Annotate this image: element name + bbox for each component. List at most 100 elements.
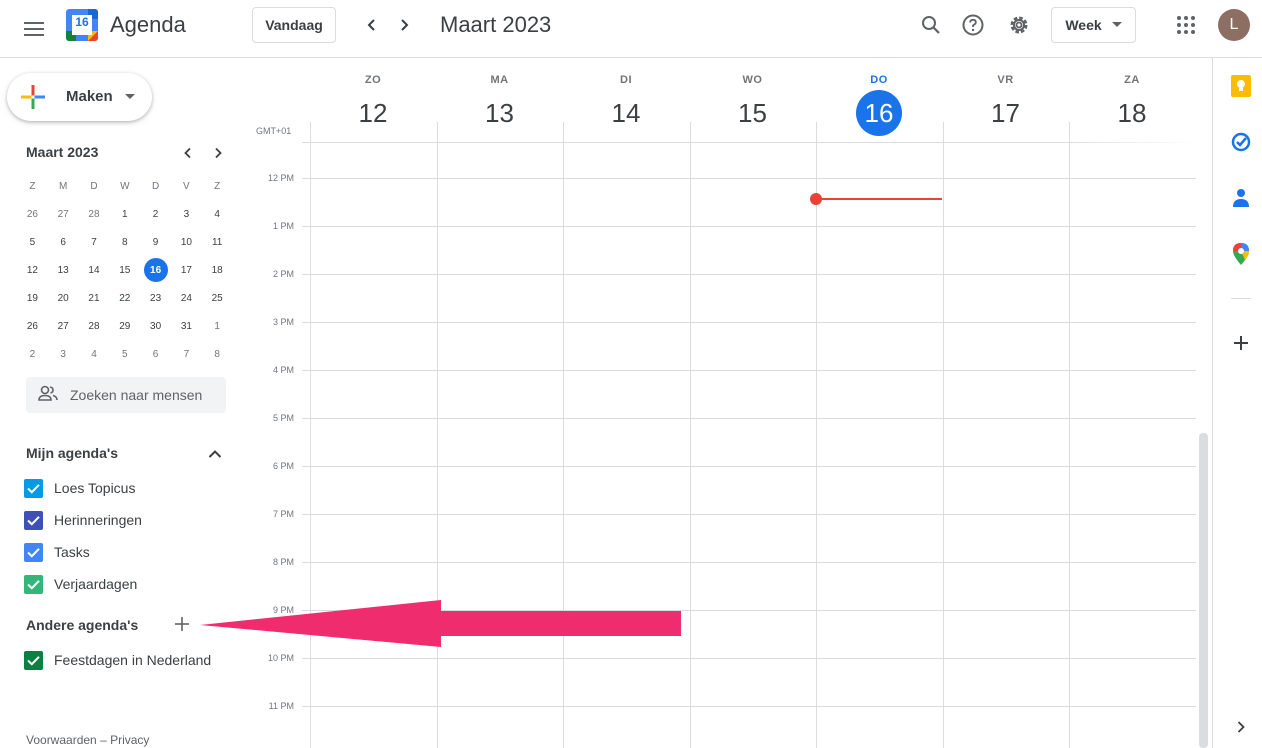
checkbox[interactable] bbox=[24, 478, 43, 498]
apps-grid-icon[interactable] bbox=[1172, 11, 1200, 39]
settings-icon[interactable] bbox=[1005, 11, 1033, 39]
mini-day[interactable]: 25 bbox=[202, 286, 233, 310]
day-header-number[interactable]: 18 bbox=[1069, 90, 1195, 136]
mini-day[interactable]: 7 bbox=[79, 230, 110, 254]
other-calendars-title[interactable]: Andere agenda's bbox=[26, 617, 138, 633]
mini-next-month-button[interactable] bbox=[206, 141, 230, 165]
mini-day[interactable]: 21 bbox=[79, 286, 110, 310]
mini-prev-month-button[interactable] bbox=[176, 141, 200, 165]
day-header[interactable]: WO 15 bbox=[690, 74, 816, 136]
mini-day[interactable]: 3 bbox=[171, 202, 202, 226]
mini-day[interactable]: 20 bbox=[48, 286, 79, 310]
mini-day[interactable]: 26 bbox=[17, 202, 48, 226]
mini-day[interactable]: 6 bbox=[48, 230, 79, 254]
checkbox[interactable] bbox=[24, 542, 43, 562]
help-icon[interactable] bbox=[959, 11, 987, 39]
mini-day[interactable]: 6 bbox=[140, 342, 171, 366]
mini-day[interactable]: 27 bbox=[48, 202, 79, 226]
day-header-number[interactable]: 15 bbox=[690, 90, 816, 136]
mini-day[interactable]: 15 bbox=[109, 258, 140, 282]
day-header[interactable]: ZO 12 bbox=[310, 74, 436, 136]
mini-day[interactable]: 9 bbox=[140, 230, 171, 254]
mini-day[interactable]: 18 bbox=[202, 258, 233, 282]
people-search-input[interactable]: Zoeken naar mensen bbox=[26, 377, 226, 413]
day-header[interactable]: DI 14 bbox=[563, 74, 689, 136]
mini-day-number: 27 bbox=[57, 320, 69, 332]
calendar-item[interactable]: Feestdagen in Nederland bbox=[24, 648, 224, 672]
app-title[interactable]: Agenda bbox=[110, 12, 186, 38]
contacts-icon[interactable] bbox=[1229, 186, 1253, 210]
scrollbar[interactable] bbox=[1199, 433, 1208, 748]
mini-day[interactable]: 1 bbox=[202, 314, 233, 338]
mini-day[interactable]: 28 bbox=[79, 314, 110, 338]
checkbox[interactable] bbox=[24, 510, 43, 530]
calendar-item[interactable]: Herinneringen bbox=[24, 508, 224, 532]
menu-icon[interactable] bbox=[20, 15, 48, 43]
add-other-calendar-button[interactable] bbox=[168, 610, 196, 638]
mini-day[interactable]: 14 bbox=[79, 258, 110, 282]
calendar-item[interactable]: Tasks bbox=[24, 540, 224, 564]
chevron-up-icon[interactable] bbox=[201, 440, 229, 468]
mini-day[interactable]: 5 bbox=[17, 230, 48, 254]
mini-day[interactable]: 27 bbox=[48, 314, 79, 338]
day-header[interactable]: ZA 18 bbox=[1069, 74, 1195, 136]
mini-day[interactable]: 22 bbox=[109, 286, 140, 310]
keep-icon[interactable] bbox=[1229, 74, 1253, 98]
mini-day[interactable]: 11 bbox=[202, 230, 233, 254]
timezone-label: GMT+01 bbox=[256, 126, 292, 136]
privacy-link[interactable]: Privacy bbox=[110, 733, 149, 747]
search-icon[interactable] bbox=[917, 11, 945, 39]
checkbox[interactable] bbox=[24, 574, 43, 594]
calendar-item[interactable]: Loes Topicus bbox=[24, 476, 224, 500]
dropdown-arrow-icon bbox=[1111, 22, 1122, 27]
mini-day[interactable]: 5 bbox=[109, 342, 140, 366]
create-button[interactable]: Maken bbox=[7, 73, 152, 121]
day-header-number[interactable]: 17 bbox=[943, 90, 1069, 136]
terms-link[interactable]: Voorwaarden bbox=[26, 733, 97, 747]
mini-day[interactable]: 19 bbox=[17, 286, 48, 310]
mini-day[interactable]: 1 bbox=[109, 202, 140, 226]
day-header[interactable]: VR 17 bbox=[943, 74, 1069, 136]
mini-day[interactable]: 4 bbox=[79, 342, 110, 366]
checkbox[interactable] bbox=[24, 650, 43, 670]
grid-day-divider bbox=[689, 122, 691, 748]
day-header-number[interactable]: 14 bbox=[563, 90, 689, 136]
chevron-right-icon[interactable] bbox=[1229, 715, 1253, 739]
day-header[interactable]: MA 13 bbox=[437, 74, 563, 136]
mini-day[interactable]: 12 bbox=[17, 258, 48, 282]
mini-day[interactable]: 8 bbox=[202, 342, 233, 366]
maps-icon[interactable] bbox=[1229, 242, 1253, 266]
mini-day[interactable]: 8 bbox=[109, 230, 140, 254]
mini-day[interactable]: 30 bbox=[140, 314, 171, 338]
mini-day[interactable]: 31 bbox=[171, 314, 202, 338]
day-header-number[interactable]: 13 bbox=[437, 90, 563, 136]
mini-day[interactable]: 28 bbox=[79, 202, 110, 226]
day-header-number[interactable]: 16 bbox=[816, 90, 942, 136]
today-button[interactable]: Vandaag bbox=[252, 7, 336, 43]
add-icon[interactable] bbox=[1229, 331, 1253, 355]
my-calendars-title[interactable]: Mijn agenda's bbox=[26, 445, 118, 461]
mini-day[interactable]: 10 bbox=[171, 230, 202, 254]
mini-day[interactable]: 2 bbox=[17, 342, 48, 366]
mini-day[interactable]: 7 bbox=[171, 342, 202, 366]
mini-day[interactable]: 29 bbox=[109, 314, 140, 338]
mini-day[interactable]: 24 bbox=[171, 286, 202, 310]
time-label: 5 PM bbox=[272, 413, 294, 423]
day-header-number[interactable]: 12 bbox=[310, 90, 436, 136]
day-header[interactable]: DO 16 bbox=[816, 74, 942, 136]
mini-day[interactable]: 23 bbox=[140, 286, 171, 310]
mini-day[interactable]: 4 bbox=[202, 202, 233, 226]
next-week-button[interactable] bbox=[392, 13, 416, 37]
tasks-icon[interactable] bbox=[1229, 130, 1253, 154]
mini-day[interactable]: 13 bbox=[48, 258, 79, 282]
mini-day[interactable]: 2 bbox=[140, 202, 171, 226]
mini-day[interactable]: 3 bbox=[48, 342, 79, 366]
calendar-item[interactable]: Verjaardagen bbox=[24, 572, 224, 596]
mini-day[interactable]: 26 bbox=[17, 314, 48, 338]
view-select[interactable]: Week bbox=[1051, 7, 1136, 43]
mini-day[interactable]: 17 bbox=[171, 258, 202, 282]
mini-day[interactable]: 16 bbox=[140, 258, 171, 282]
avatar[interactable]: L bbox=[1218, 9, 1250, 41]
prev-week-button[interactable] bbox=[360, 13, 384, 37]
check-icon bbox=[27, 655, 40, 666]
